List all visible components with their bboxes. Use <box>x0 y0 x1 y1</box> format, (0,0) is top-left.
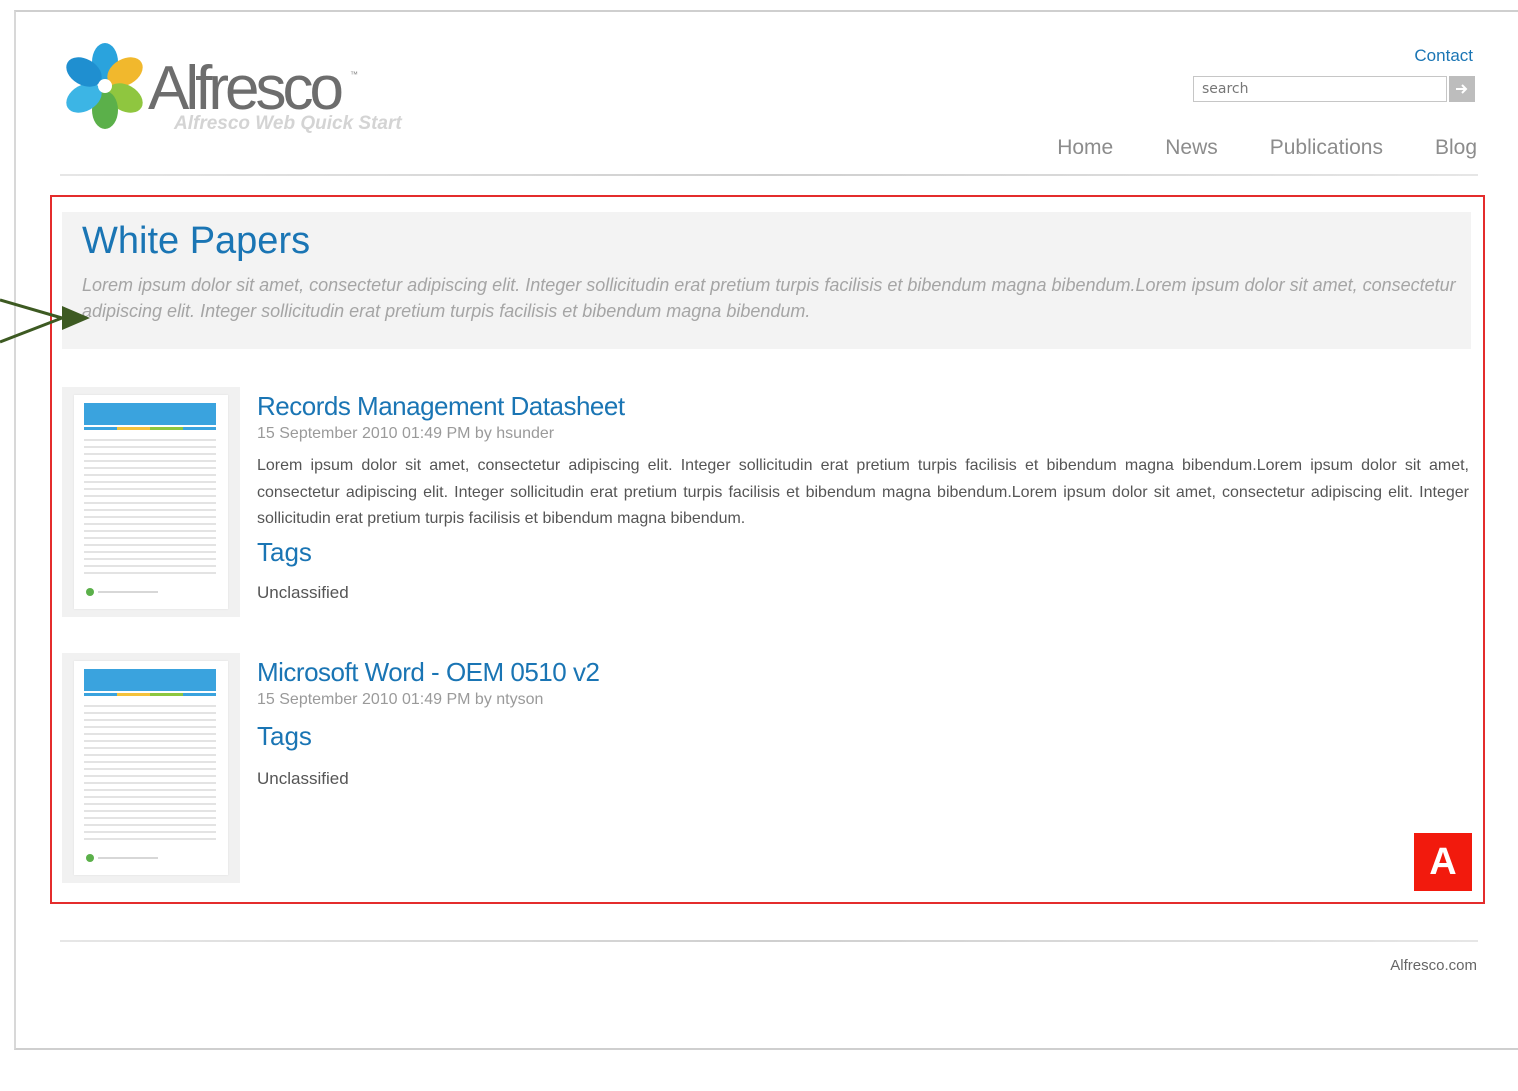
nav-item-home[interactable]: Home <box>1057 136 1113 160</box>
nav-item-publications[interactable]: Publications <box>1270 136 1383 160</box>
search-submit-button[interactable] <box>1449 76 1475 102</box>
contact-link[interactable]: Contact <box>1414 46 1473 66</box>
search-form <box>1193 76 1475 102</box>
annotation-badge: A <box>1414 833 1472 891</box>
header-divider <box>60 174 1478 176</box>
annotation-frame <box>50 195 1485 904</box>
site-subtitle: Alfresco Web Quick Start <box>174 113 402 134</box>
nav-item-blog[interactable]: Blog <box>1435 136 1477 160</box>
nav-item-news[interactable]: News <box>1165 136 1218 160</box>
footer-site-link[interactable]: Alfresco.com <box>1390 957 1477 974</box>
trademark-mark: ™ <box>350 70 358 79</box>
footer-divider <box>60 940 1478 942</box>
alfresco-flower-icon <box>66 43 143 129</box>
main-nav: Home News Publications Blog <box>1005 136 1477 160</box>
search-input[interactable] <box>1193 76 1447 102</box>
arrow-right-icon <box>1456 84 1468 94</box>
annotation-arrow-icon <box>0 298 90 344</box>
